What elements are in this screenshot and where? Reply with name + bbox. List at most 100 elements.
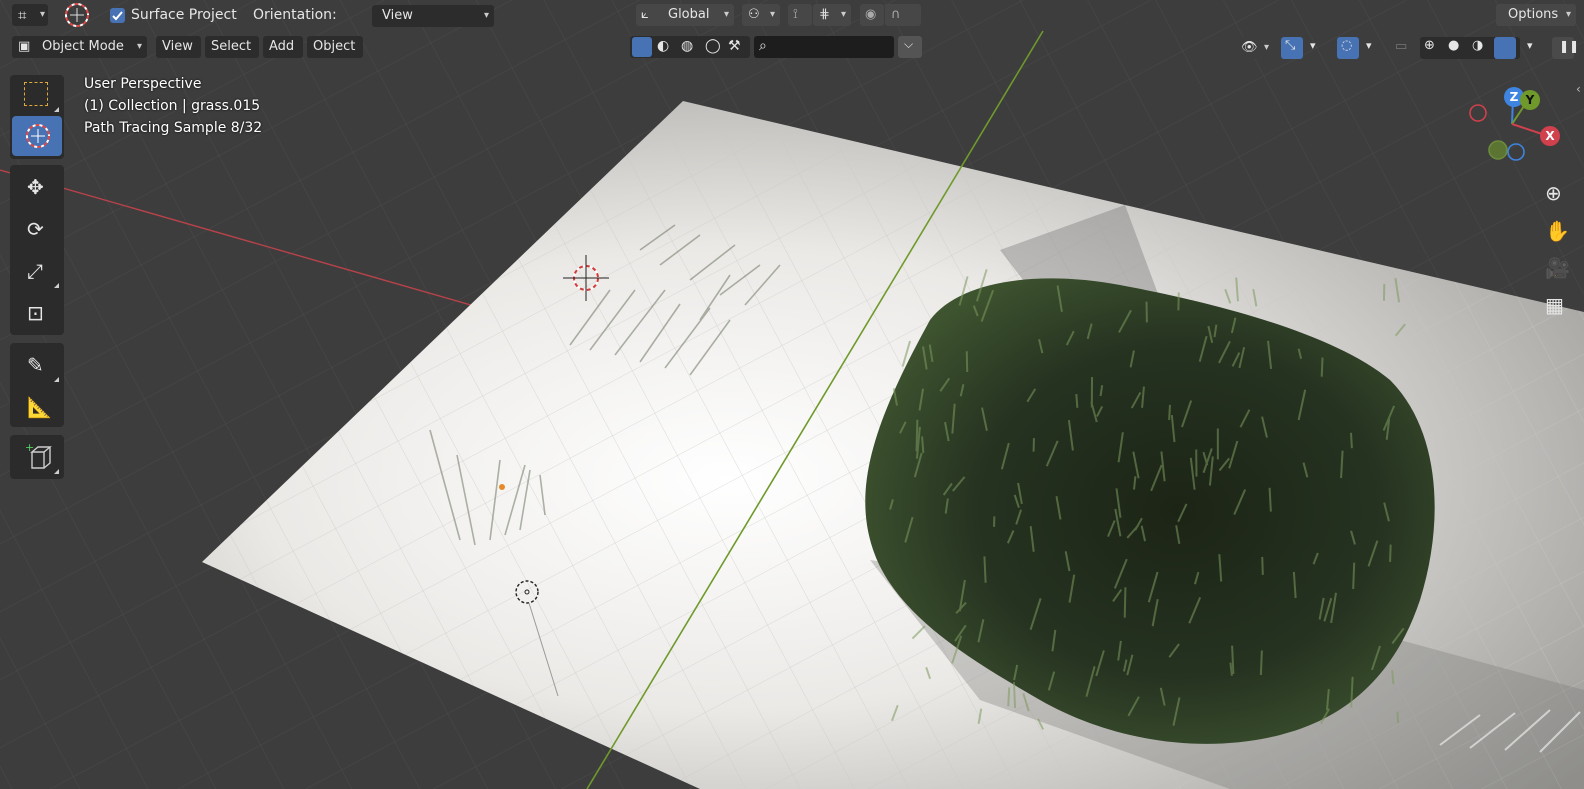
search-input[interactable]: ⌕ [754,36,894,58]
camera-view-button[interactable]: 🎥 [1540,254,1570,284]
chevron-down-icon: ⌵ [904,37,914,51]
chevron-down-icon: ▾ [1565,9,1571,20]
annotate-tool[interactable]: ✎ [12,345,62,385]
proportional-falloff-dropdown[interactable]: ∩ [885,4,921,26]
material-shading-icon[interactable]: ◑ [1472,38,1483,53]
select-box-icon [24,82,48,106]
move-icon: ✥ [27,175,44,199]
proportional-edit-toggle[interactable]: ◉ [860,4,884,26]
chevron-down-icon: ▾ [840,9,846,20]
add-cube-icon: + [25,442,52,469]
measure-icon: 📐 [27,395,52,419]
menu-view[interactable]: View [156,36,201,58]
tool-header: ⌗ ▾ Surface Project Orientation: View ▾ … [0,0,1584,31]
visibility-dropdown[interactable]: 👁 ▾ [1236,37,1274,59]
transform-orientation-value: Global [668,7,710,22]
zoom-button[interactable]: ⊕ [1540,179,1570,209]
svg-text:+: + [25,442,34,454]
pan-button[interactable]: ✋ [1540,217,1570,247]
transform-tool[interactable]: ⊡ [12,293,62,333]
viewport-header: ▣ Object Mode ▾ View Select Add Object ◐… [0,34,1584,65]
gizmo-x[interactable]: X [1540,126,1560,146]
pan-icon: ✋ [1545,219,1570,243]
gizmo-icon: ⤡ [1285,38,1296,53]
move-tool[interactable]: ✥ [12,167,62,207]
navigation-gizmo[interactable]: Z Y X [1464,84,1574,172]
editor-type-button[interactable]: ⌗ ▾ [12,4,48,26]
measure-tool[interactable]: 📐 [12,387,62,427]
menu-object[interactable]: Object [307,36,363,58]
menu-add[interactable]: Add [263,36,303,58]
pause-render-button[interactable]: ❚❚ [1552,37,1579,59]
options-label: Options [1508,7,1559,22]
chevron-down-icon: ▾ [39,9,45,20]
grid-icon: ▦ [1545,293,1564,317]
cursor-tool[interactable] [12,116,62,156]
overlay-icon: ◌ [1341,38,1353,53]
render-sample-text: Path Tracing Sample 8/32 [84,120,263,136]
pivot-point-dropdown[interactable]: ⚇ ▾ [742,4,780,26]
scale-icon: ⤢ [27,259,43,283]
pause-icon: ❚❚ [1559,39,1580,53]
scale-tool[interactable]: ⤢ [12,251,62,291]
viewport-scene [0,0,1584,789]
sidebar-toggle-icon[interactable]: ‹ [1576,82,1581,96]
brush-icon[interactable]: ⚒ [728,38,741,54]
collection-text: (1) Collection | grass.015 [84,98,261,114]
world-icon[interactable]: ◯ [705,38,721,54]
pivot-icon: ⚇ [748,7,760,22]
surface-project-label[interactable]: Surface Project [131,4,237,26]
3d-viewport[interactable] [0,0,1584,789]
snap-icon: ⟟ [793,7,798,22]
proportional-edit-icon: ◉ [865,7,877,22]
search-icon: ⌕ [759,38,767,54]
xray-icon[interactable]: ▭ [1395,39,1407,54]
shading-filter-group: ◐ ◍ ◯ ⚒ [630,36,750,58]
transform-orientation-icon: ⟀ [641,7,649,22]
physics-icon[interactable]: ◍ [681,38,693,54]
material-icon[interactable]: ◐ [657,38,669,54]
perspective-toggle-button[interactable]: ▦ [1540,291,1570,321]
rendered-shading-icon[interactable] [1494,37,1516,59]
surface-project-checkbox[interactable] [110,8,125,23]
chevron-down-icon: ▾ [483,10,489,21]
menu-select[interactable]: Select [205,36,259,58]
editor-type-icon: ⌗ [18,6,27,24]
shading-dropdown-icon[interactable]: ▾ [1527,39,1533,52]
falloff-icon: ∩ [891,7,901,22]
solid-shading-icon[interactable]: ● [1448,38,1459,53]
camera-icon: 🎥 [1545,256,1570,280]
filter-dropdown[interactable]: ⌵ [898,36,922,58]
overlay-dropdown-icon[interactable]: ▾ [1366,39,1372,52]
visibility-icon: 👁 [1241,40,1258,55]
snap-increment-icon: ⋕ [819,7,830,22]
add-cube-tool[interactable]: + [12,437,62,477]
snap-target-dropdown[interactable]: ⋕ ▾ [813,4,851,26]
select-box-tool[interactable] [12,75,62,115]
mode-dropdown[interactable]: ▣ Object Mode ▾ [12,36,147,58]
gizmo-dropdown-icon[interactable]: ▾ [1310,39,1316,52]
orientation-value: View [382,8,413,23]
shading-mode-group: ⊕ ● ◑ [1420,37,1520,59]
cursor-tool-icon[interactable] [64,2,90,28]
rotate-tool[interactable]: ⟳ [12,209,62,249]
gizmo-y[interactable]: Y [1520,90,1540,110]
orientation-dropdown[interactable]: View ▾ [372,5,494,27]
rotate-icon: ⟳ [27,217,44,241]
transform-icon: ⊡ [27,301,44,325]
cursor-icon [26,124,50,148]
zoom-icon: ⊕ [1545,181,1562,205]
orientation-label: Orientation: [253,7,337,23]
transform-orientation-dropdown[interactable]: ⟀ Global ▾ [636,4,734,26]
view-name-text: User Perspective [84,76,202,92]
options-dropdown[interactable]: Options ▾ [1496,4,1576,26]
chevron-down-icon: ▾ [769,9,775,20]
select-mode-icon[interactable] [632,37,652,57]
chevron-down-icon: ▾ [723,9,729,20]
gizmo-toggle[interactable]: ⤡ [1281,37,1303,59]
overlay-toggle[interactable]: ◌ [1337,37,1359,59]
mode-value: Object Mode [42,39,124,54]
wireframe-shading-icon[interactable]: ⊕ [1424,38,1435,53]
chevron-down-icon: ▾ [136,41,142,52]
snap-toggle[interactable]: ⟟ [788,4,812,26]
